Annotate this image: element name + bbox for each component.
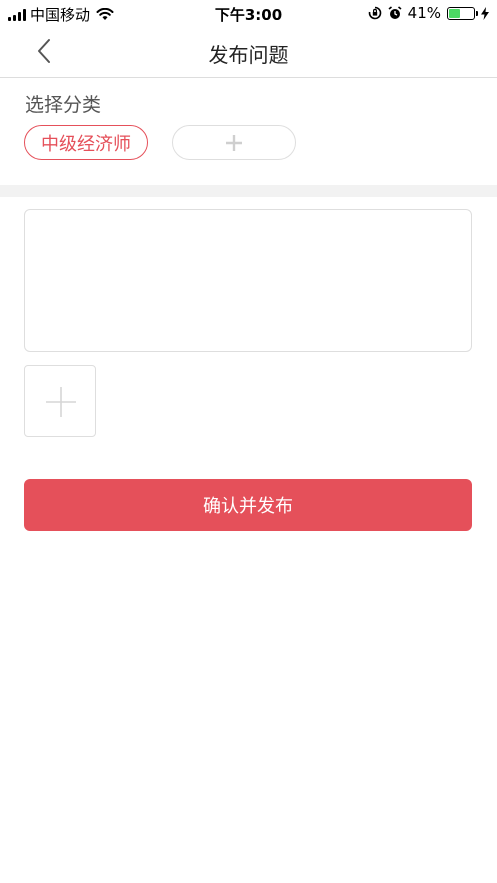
plus-icon: [226, 134, 242, 151]
rotation-lock-icon: [368, 6, 381, 20]
nav-bar: 发布问题: [0, 26, 497, 78]
category-label: 选择分类: [25, 94, 102, 116]
battery-icon: [447, 6, 478, 20]
publish-button[interactable]: 确认并发布: [24, 479, 472, 531]
add-category-button[interactable]: [172, 125, 296, 160]
charging-icon: [481, 6, 489, 20]
battery-percent: 41%: [407, 4, 441, 22]
alarm-icon: [388, 6, 402, 19]
page-title: 发布问题: [208, 43, 289, 67]
question-content-input[interactable]: [24, 209, 472, 352]
add-image-button[interactable]: [24, 365, 96, 437]
plus-icon: [46, 387, 76, 417]
status-right: 41%: [368, 4, 489, 22]
category-chip-selected[interactable]: 中级经济师: [24, 125, 148, 160]
section-divider: [0, 185, 497, 197]
battery-fill: [449, 8, 460, 18]
status-bar: 中国移动 下午3:00 41%: [0, 0, 497, 26]
